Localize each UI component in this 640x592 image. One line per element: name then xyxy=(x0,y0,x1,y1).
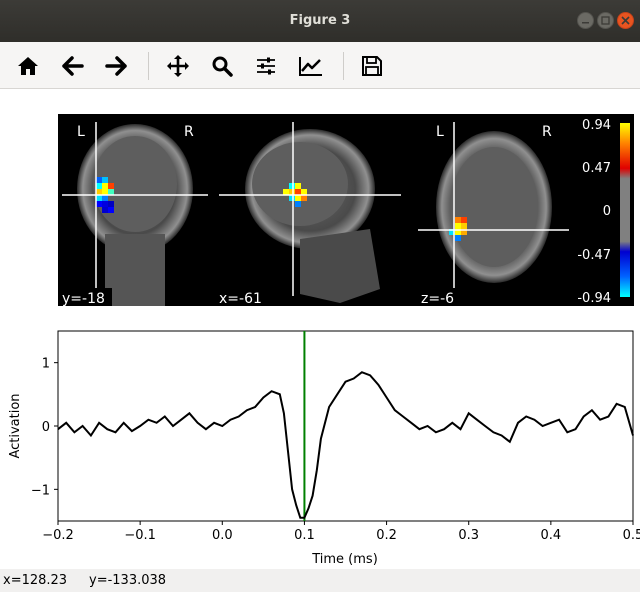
arrow-right-icon xyxy=(105,56,127,76)
colorbar-gradient xyxy=(620,123,630,297)
colorbar-tick-label: 0.47 xyxy=(582,161,611,176)
axial-brain xyxy=(450,147,538,267)
toolbar xyxy=(0,42,640,89)
status-y-coordinate: y=-133.038 xyxy=(89,573,167,588)
x-tick-label: 0.1 xyxy=(294,528,315,543)
x-axis-ticks: −0.2 −0.1 0.0 0.1 0.2 0.3 0.4 0.5 xyxy=(42,521,640,543)
axial-right-label: R xyxy=(542,124,552,140)
magnifier-icon xyxy=(212,56,233,77)
y-tick-label: 1 xyxy=(42,357,50,372)
move-icon xyxy=(167,55,189,77)
colorbar-tick-label: -0.94 xyxy=(577,291,611,306)
save-button[interactable] xyxy=(357,51,387,81)
x-tick-label: 0.2 xyxy=(376,528,397,543)
y-tick-label: −1 xyxy=(31,483,50,498)
edit-axis-button[interactable] xyxy=(296,51,326,81)
floppy-disk-icon xyxy=(362,56,382,76)
colorbar-tick-label: 0 xyxy=(603,204,611,219)
home-button[interactable] xyxy=(13,51,43,81)
sliders-icon xyxy=(257,57,275,75)
minimize-button[interactable] xyxy=(577,12,594,29)
axial-left-label: L xyxy=(436,124,444,140)
colorbar-tick-label: 0.94 xyxy=(582,118,611,133)
x-tick-label: 0.0 xyxy=(212,528,233,543)
maximize-button[interactable] xyxy=(597,12,614,29)
arrow-left-icon xyxy=(62,56,84,76)
axial-coord-label: z=-6 xyxy=(421,291,454,307)
window-titlebar: Figure 3 xyxy=(0,0,640,42)
coronal-left-label: L xyxy=(77,124,85,140)
plot-axes-frame xyxy=(57,330,634,522)
home-icon xyxy=(18,57,38,75)
x-tick-label: −0.1 xyxy=(124,528,156,543)
figure-canvas[interactable]: L R y=-18 x=-61 L R z=-6 0.94 0.47 0 -0.… xyxy=(0,89,640,569)
figure-svg[interactable]: L R y=-18 x=-61 L R z=-6 0.94 0.47 0 -0.… xyxy=(0,89,640,569)
x-tick-label: 0.3 xyxy=(458,528,479,543)
window-title: Figure 3 xyxy=(289,13,351,28)
status-x-coordinate: x=128.23 xyxy=(3,573,68,588)
coronal-neck xyxy=(105,234,165,306)
close-button[interactable] xyxy=(617,12,634,29)
colorbar-tick-label: -0.47 xyxy=(577,248,611,263)
minimize-icon xyxy=(582,22,589,24)
y-axis-label: Activation xyxy=(8,393,23,458)
pan-button[interactable] xyxy=(163,51,193,81)
line-chart-icon xyxy=(299,57,322,76)
configure-subplots-button[interactable] xyxy=(251,51,281,81)
toolbar-separator xyxy=(343,52,344,80)
y-tick-label: 0 xyxy=(42,420,50,435)
x-tick-label: −0.2 xyxy=(42,528,74,543)
coronal-right-label: R xyxy=(184,124,194,140)
coronal-coord-label: y=-18 xyxy=(62,291,105,307)
y-axis-ticks: 1 0 −1 xyxy=(31,357,58,498)
x-tick-label: 0.5 xyxy=(623,528,640,543)
forward-button[interactable] xyxy=(101,51,131,81)
sagittal-coord-label: x=-61 xyxy=(219,291,262,307)
zoom-button[interactable] xyxy=(207,51,237,81)
toolbar-separator xyxy=(148,52,149,80)
back-button[interactable] xyxy=(58,51,88,81)
close-icon xyxy=(621,16,630,25)
status-bar: x=128.23 y=-133.038 xyxy=(0,569,640,592)
maximize-icon xyxy=(601,16,610,25)
sagittal-neck xyxy=(300,229,380,303)
x-axis-label: Time (ms) xyxy=(311,552,378,567)
x-tick-label: 0.4 xyxy=(541,528,562,543)
timecourse-plot[interactable]: −0.2 −0.1 0.0 0.1 0.2 0.3 0.4 0.5 1 0 −1 Time (ms… xyxy=(8,330,640,567)
